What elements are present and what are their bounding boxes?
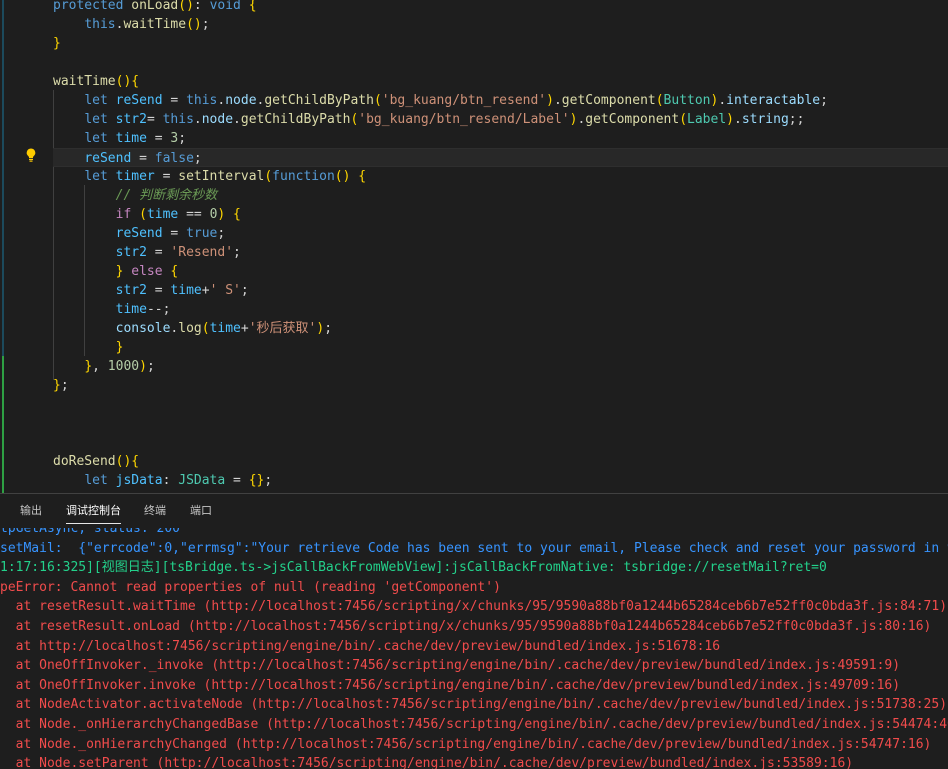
code-line[interactable]: // 判断剩余秒数 [53, 186, 948, 205]
tab-ports[interactable]: 端口 [190, 503, 212, 523]
console-line: tpGetAsync, status: 200 [0, 528, 181, 536]
console-line: at resetResult.onLoad (http://localhost:… [0, 619, 932, 634]
code-editor[interactable]: protected onLoad(): void { this.waitTime… [0, 0, 948, 493]
code-line[interactable] [53, 433, 948, 452]
lightbulb-icon[interactable] [23, 147, 39, 163]
console-line: at NodeActivator.activateNode (http://lo… [0, 697, 948, 713]
console-line: 1:17:16:325][视图日志][tsBridge.ts->jsCallBa… [0, 560, 827, 576]
code-line[interactable] [53, 414, 948, 433]
code-line[interactable]: time--; [53, 300, 948, 319]
code-line[interactable]: console.log(time+'秒后获取'); [53, 319, 948, 338]
console-line: setMail: {"errcode":0,"errmsg":"Your ret… [0, 540, 948, 556]
code-line[interactable]: reSend = true; [53, 224, 948, 243]
code-line[interactable] [53, 395, 948, 414]
code-line[interactable]: let reSend = this.node.getChildByPath('b… [53, 91, 948, 110]
code-line[interactable]: } [53, 338, 948, 357]
console-line: at Node._onHierarchyChanged (http://loca… [0, 736, 932, 752]
code-line[interactable]: } [53, 34, 948, 53]
code-line[interactable]: waitTime(){ [53, 72, 948, 91]
code-line[interactable]: doReSend(){ [53, 452, 948, 471]
code-line[interactable]: let timer = setInterval(function() { [53, 167, 948, 186]
console-line: at OneOffInvoker.invoke (http://localhos… [0, 677, 901, 693]
code-line[interactable]: this.waitTime(); [53, 15, 948, 34]
code-line[interactable]: if (time == 0) { [53, 205, 948, 224]
git-added-marker [2, 356, 4, 493]
code-line[interactable] [53, 53, 948, 72]
debug-console-output[interactable]: tpGetAsync, status: 200 setMail: {"errcod… [0, 528, 948, 769]
bottom-panel: 输出 调试控制台 终端 端口 tpGetAsync, status: 200 se… [0, 493, 948, 769]
tab-output[interactable]: 输出 [20, 503, 42, 523]
tab-debug-console[interactable]: 调试控制台 [66, 503, 121, 524]
code-line[interactable]: }, 1000); [53, 357, 948, 376]
code-line[interactable]: protected onLoad(): void { [53, 0, 948, 15]
console-line: at http://localhost:7456/scripting/engin… [0, 638, 721, 654]
console-line: peError: Cannot read properties of null … [0, 579, 501, 595]
console-line: at OneOffInvoker._invoke (http://localho… [0, 658, 901, 674]
console-line: at resetResult.waitTime (http://localhos… [0, 599, 948, 615]
console-line: at Node.setParent (http://localhost:7456… [0, 756, 854, 769]
code-line[interactable]: let jsData: JSData = {}; [53, 471, 948, 490]
tab-terminal[interactable]: 终端 [144, 503, 166, 523]
panel-tabs: 输出 调试控制台 终端 端口 [0, 494, 948, 528]
code-line[interactable]: reSend = false; [53, 148, 948, 167]
code-line[interactable]: let str2= this.node.getChildByPath('bg_k… [53, 110, 948, 129]
console-line: at Node._onHierarchyChangedBase (http://… [0, 717, 948, 732]
code-line[interactable]: }; [53, 376, 948, 395]
code-line[interactable]: str2 = time+' S'; [53, 281, 948, 300]
code-line[interactable]: } else { [53, 262, 948, 281]
code-line[interactable]: str2 = 'Resend'; [53, 243, 948, 262]
code-line[interactable]: let time = 3; [53, 129, 948, 148]
git-modified-marker [2, 0, 4, 356]
